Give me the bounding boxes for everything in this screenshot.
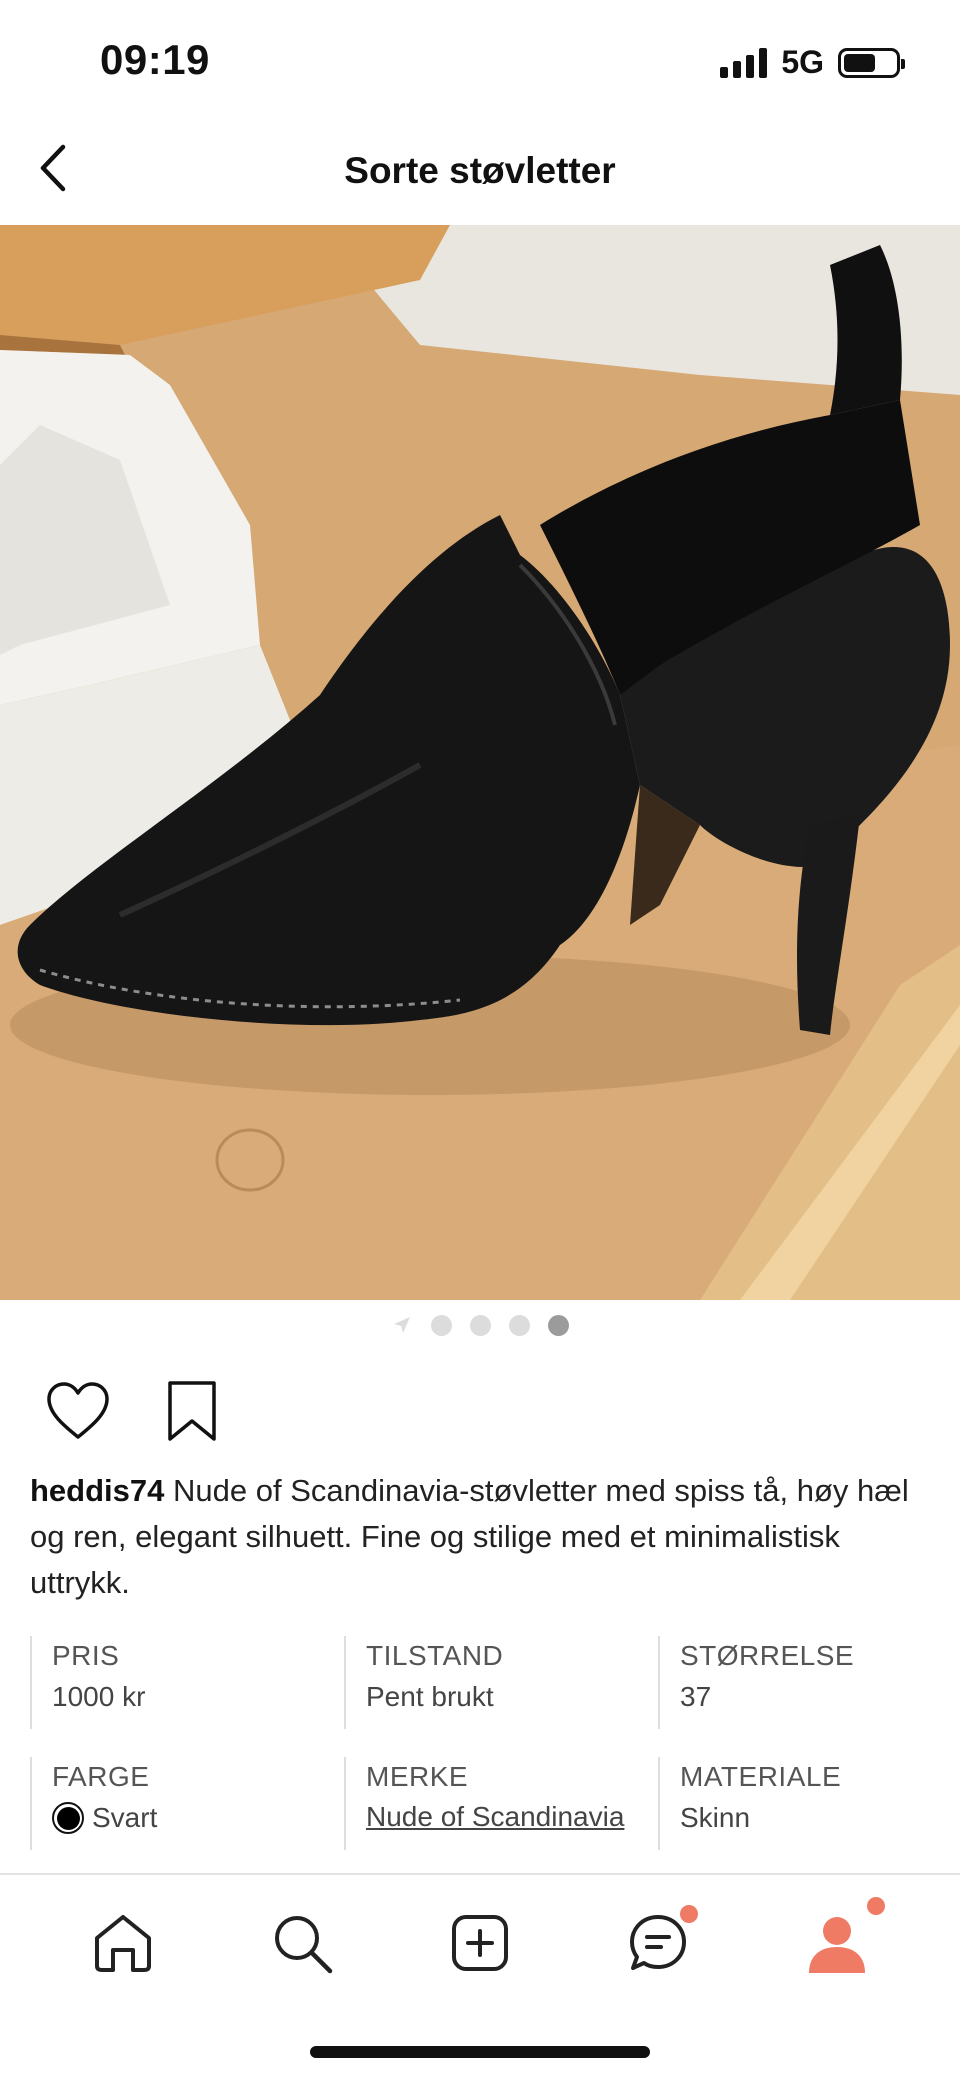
status-bar: 09:19 5G [0,0,960,110]
signal-icon [720,47,768,78]
bottom-nav [0,1873,960,2078]
page-title: Sorte støvletter [344,150,616,191]
attr-material: MATERIALE Skinn [658,1757,930,1850]
nav-profile[interactable] [797,1897,885,1983]
attr-label: MERKE [366,1761,469,1792]
status-indicators: 5G [720,44,905,81]
attr-value: Pent brukt [366,1681,494,1712]
attr-condition: TILSTAND Pent brukt [344,1636,658,1729]
pager-dot[interactable] [430,1314,452,1336]
image-pager [0,1300,960,1350]
nav-home[interactable] [83,1903,163,1983]
nav-add[interactable] [440,1903,520,1983]
heart-icon [47,1382,109,1439]
top-bar: Sorte støvletter [0,110,960,225]
color-swatch [52,1802,84,1834]
attr-color: FARGE Svart [30,1757,344,1850]
brand-link[interactable]: Nude of Scandinavia [366,1797,658,1837]
notification-badge [680,1905,699,1923]
attr-value: 1000 kr [52,1681,146,1712]
boot-image [0,225,960,1300]
attr-size: STØRRELSE 37 [658,1636,930,1729]
attr-value: Svart [52,1797,344,1839]
network-label: 5G [781,44,824,80]
nav-messages[interactable] [618,1903,699,1983]
pager-dot-active[interactable] [547,1314,569,1336]
status-time: 09:19 [100,36,210,83]
post-description: heddis74 Nude of Scandinavia-støvletter … [30,1468,935,1606]
color-name: Svart [92,1802,158,1833]
location-arrow-icon [392,1315,413,1336]
attr-label: MATERIALE [680,1761,842,1792]
attr-value: Skinn [680,1802,751,1833]
attribute-grid: PRIS 1000 kr TILSTAND Pent brukt STØRREL… [30,1636,930,1850]
save-button[interactable] [156,1375,228,1447]
add-icon [451,1915,508,1971]
bookmark-icon [168,1381,216,1441]
attr-label: TILSTAND [366,1640,504,1671]
chat-icon [630,1915,687,1970]
attr-price: PRIS 1000 kr [30,1636,344,1729]
post-actions [42,1375,228,1447]
attr-value: 37 [680,1681,712,1712]
nav-search[interactable] [262,1903,342,1983]
search-icon [274,1916,332,1974]
product-photo[interactable] [0,225,960,1300]
profile-icon [808,1917,865,1973]
like-button[interactable] [42,1375,114,1447]
attr-label: STØRRELSE [680,1640,855,1671]
attr-label: PRIS [52,1640,120,1671]
attr-label: FARGE [52,1761,150,1792]
pager-dot[interactable] [469,1314,491,1336]
pager-dot[interactable] [508,1314,530,1336]
attr-brand: MERKE Nude of Scandinavia [344,1757,658,1850]
home-indicator [310,2046,650,2058]
home-icon [95,1915,152,1972]
battery-icon [838,47,905,78]
username-link[interactable]: heddis74 [30,1473,164,1508]
notification-badge [866,1897,885,1915]
